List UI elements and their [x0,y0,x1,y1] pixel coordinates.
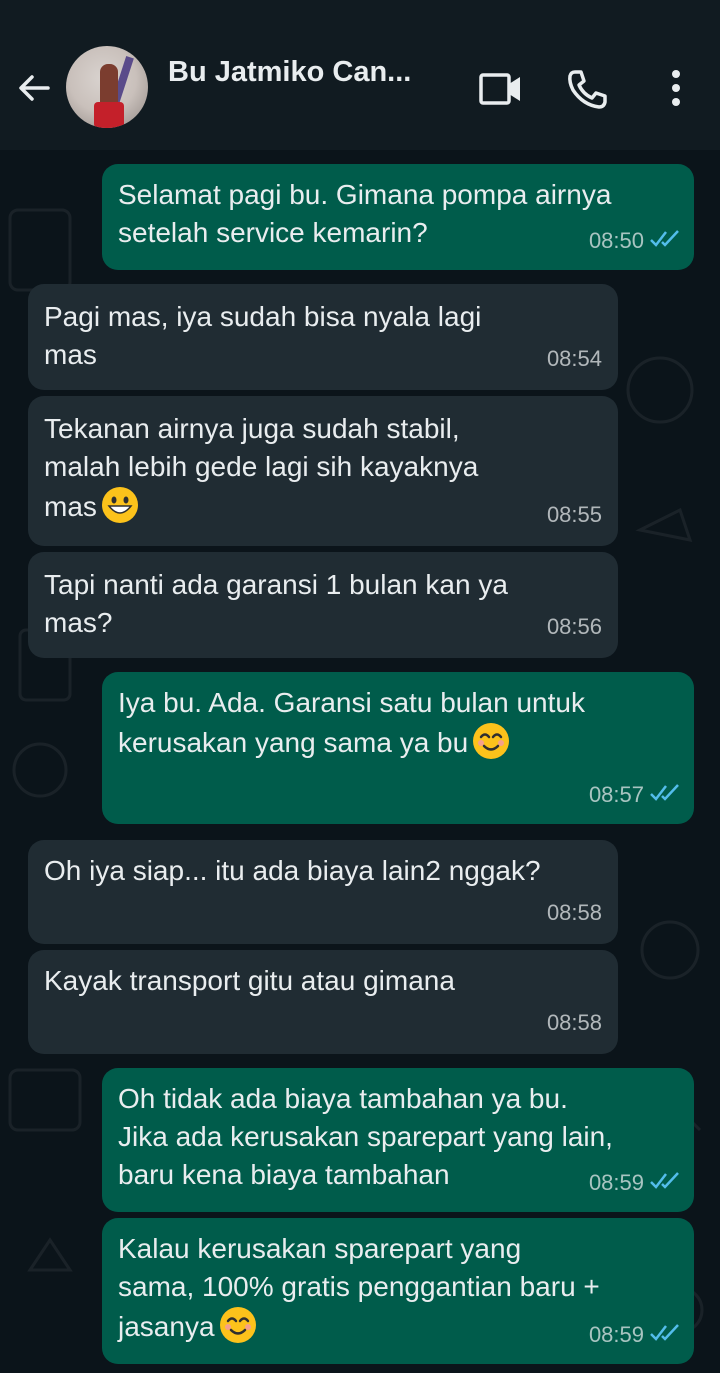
message-text: Oh tidak ada biaya tambahan ya bu. Jika … [118,1083,613,1190]
more-options-icon[interactable] [664,68,688,113]
message-bubble-incoming[interactable]: Tapi nanti ada garansi 1 bulan kan ya ma… [28,552,618,658]
message-time: 08:59 [588,1170,644,1195]
chat-area[interactable]: Selamat pagi bu. Gimana pompa airnya set… [0,150,720,1373]
message-text: Kayak transport gitu atau gimana [44,965,455,996]
message-bubble-incoming[interactable]: Kayak transport gitu atau gimana 08:58 [28,950,618,1054]
message-text: Tapi nanti ada garansi 1 bulan kan ya ma… [44,569,508,638]
message-bubble-outgoing[interactable]: Oh tidak ada biaya tambahan ya bu. Jika … [102,1068,694,1212]
chat-header: Bu Jatmiko Can... [0,0,720,150]
grinning-face-icon [101,486,139,524]
message-meta: 08:54 [547,340,602,378]
message-bubble-incoming[interactable]: Pagi mas, iya sudah bisa nyala lagi mas … [28,284,618,390]
message-text: Oh iya siap... itu ada biaya lain2 nggak… [44,855,541,886]
message-time: 08:50 [588,228,644,253]
message-time: 08:58 [546,900,602,925]
read-receipt-icon [650,1164,680,1202]
message-text: Tekanan airnya juga sudah stabil, malah … [44,413,479,524]
message-time: 08:57 [588,782,644,807]
message-bubble-outgoing[interactable]: Iya bu. Ada. Garansi satu bulan untuk ke… [102,672,694,824]
message-time: 08:55 [546,502,602,527]
message-meta: 08:59 [589,1164,680,1202]
smiling-face-icon [472,722,510,760]
message-time: 08:56 [546,614,602,639]
read-receipt-icon [650,1316,680,1354]
message-meta: 08:59 [589,1316,680,1354]
contact-name[interactable]: Bu Jatmiko Can... [168,56,443,89]
message-meta: 08:56 [547,608,602,646]
message-meta: 08:58 [547,1004,602,1042]
read-receipt-icon [650,776,680,814]
message-time: 08:54 [546,346,602,371]
contact-avatar[interactable] [66,46,148,128]
message-meta: 08:50 [589,222,680,260]
message-time: 08:59 [588,1322,644,1347]
video-call-icon[interactable] [478,70,524,113]
message-meta: 08:55 [547,496,602,534]
message-meta: 08:58 [547,894,602,932]
message-text: Selamat pagi bu. Gimana pompa airnya set… [118,179,612,248]
message-time: 08:58 [546,1010,602,1035]
smiling-face-icon [219,1306,257,1344]
back-arrow-icon[interactable] [14,68,54,108]
message-bubble-incoming[interactable]: Oh iya siap... itu ada biaya lain2 nggak… [28,840,618,944]
phone-icon[interactable] [566,68,608,115]
message-meta: 08:57 [589,776,680,814]
message-text: Kalau kerusakan sparepart yang sama, 100… [118,1233,600,1344]
message-text: Iya bu. Ada. Garansi satu bulan untuk ke… [118,687,585,760]
message-bubble-outgoing[interactable]: Kalau kerusakan sparepart yang sama, 100… [102,1218,694,1364]
read-receipt-icon [650,222,680,260]
message-bubble-outgoing[interactable]: Selamat pagi bu. Gimana pompa airnya set… [102,164,694,270]
message-bubble-incoming[interactable]: Tekanan airnya juga sudah stabil, malah … [28,396,618,546]
message-text: Pagi mas, iya sudah bisa nyala lagi mas [44,301,482,370]
